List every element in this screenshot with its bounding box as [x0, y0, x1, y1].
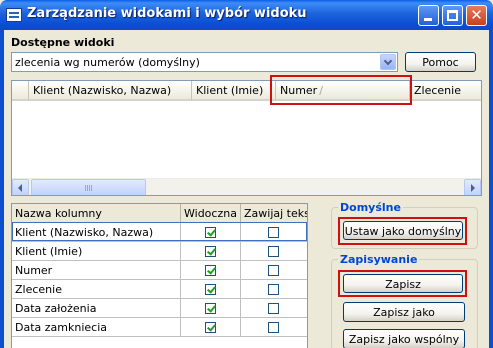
column-name-cell: Klient (Imie)	[12, 242, 181, 261]
views-list[interactable]: Klient (Nazwisko, Nazwa) Klient (Imie) N…	[11, 80, 482, 196]
column-name-cell: Data zamkniecia	[12, 318, 181, 337]
table-row[interactable]: Data założenia	[12, 299, 307, 318]
visible-checkbox[interactable]	[205, 322, 216, 333]
wrap-cell[interactable]	[241, 280, 307, 299]
scroll-thumb[interactable]	[31, 179, 146, 195]
table-row[interactable]: Data zamkniecia	[12, 318, 307, 337]
wrap-checkbox[interactable]	[268, 246, 279, 257]
views-horizontal-scrollbar[interactable]	[12, 178, 481, 195]
close-button[interactable]: ✕	[466, 5, 487, 26]
minimize-button[interactable]	[418, 5, 439, 26]
visible-checkbox[interactable]	[205, 265, 216, 276]
column-name-cell: Zlecenie	[12, 280, 181, 299]
window-title: Zarządzanie widokami i wybór widoku	[27, 6, 307, 21]
visible-cell[interactable]	[181, 242, 241, 261]
help-button[interactable]: Pomoc	[405, 52, 476, 72]
table-icon	[6, 8, 22, 22]
visible-checkbox[interactable]	[205, 246, 216, 257]
wrap-checkbox[interactable]	[268, 322, 279, 333]
wrap-checkbox[interactable]	[268, 265, 279, 276]
views-column-header-number-label: Numer	[280, 84, 318, 97]
maximize-button[interactable]	[442, 5, 463, 26]
wrap-checkbox[interactable]	[268, 227, 279, 238]
grip-icon	[84, 185, 93, 191]
wrap-checkbox[interactable]	[268, 303, 279, 314]
defaults-group-title: Domyślne	[338, 201, 403, 214]
arrow-right-icon	[471, 184, 475, 192]
maximize-icon	[447, 10, 458, 21]
table-row[interactable]: Klient (Imie)	[12, 242, 307, 261]
visible-cell[interactable]	[181, 280, 241, 299]
view-select[interactable]: zlecenia wg numerów (domyślny)	[11, 52, 398, 72]
visible-checkbox[interactable]	[205, 284, 216, 295]
views-column-header-number[interactable]: Numer ∕	[276, 81, 410, 101]
set-default-button[interactable]: Ustaw jako domyślny	[343, 221, 463, 240]
window-border-left	[0, 30, 4, 348]
wrap-cell[interactable]	[241, 223, 307, 242]
close-icon: ✕	[470, 6, 483, 24]
wrap-cell[interactable]	[241, 318, 307, 337]
title-bar[interactable]: Zarządzanie widokami i wybór widoku ✕	[0, 0, 493, 30]
saving-group-title: Zapisywanie	[338, 253, 420, 266]
sort-ascending-icon: ∕	[319, 84, 323, 97]
view-select-value: zlecenia wg numerów (domyślny)	[15, 56, 200, 69]
table-row[interactable]: Zlecenie	[12, 280, 307, 299]
table-row[interactable]: Numer	[12, 261, 307, 280]
views-column-header-blank	[12, 81, 29, 101]
wrap-cell[interactable]	[241, 242, 307, 261]
view-select-dropdown-button[interactable]	[380, 54, 396, 70]
column-name-cell: Numer	[12, 261, 181, 280]
columns-grid[interactable]: Nazwa kolumny Widoczna Zawijaj tekst Kli…	[11, 203, 308, 348]
chevron-down-icon	[383, 56, 393, 66]
available-views-label: Dostępne widoki	[11, 36, 115, 49]
wrap-cell[interactable]	[241, 299, 307, 318]
visible-cell[interactable]	[181, 223, 241, 242]
visible-checkbox[interactable]	[205, 227, 216, 238]
wrap-checkbox[interactable]	[268, 284, 279, 295]
grid-header-wrap: Zawijaj tekst	[241, 204, 307, 223]
save-shared-button[interactable]: Zapisz jako wspólny	[343, 329, 465, 348]
grid-header-visible: Widoczna	[181, 204, 241, 223]
visible-checkbox[interactable]	[205, 303, 216, 314]
grid-header-column-name: Nazwa kolumny	[12, 204, 181, 223]
views-column-header-client-firstname[interactable]: Klient (Imie)	[192, 81, 276, 101]
save-button[interactable]: Zapisz	[343, 274, 463, 293]
views-column-header-client-name[interactable]: Klient (Nazwisko, Nazwa)	[29, 81, 192, 101]
minimize-icon	[424, 18, 432, 21]
column-name-cell: Klient (Nazwisko, Nazwa)	[12, 223, 181, 242]
wrap-cell[interactable]	[241, 261, 307, 280]
visible-cell[interactable]	[181, 299, 241, 318]
save-as-button[interactable]: Zapisz jako	[343, 302, 465, 322]
visible-cell[interactable]	[181, 318, 241, 337]
column-name-cell: Data założenia	[12, 299, 181, 318]
table-row[interactable]: Klient (Nazwisko, Nazwa)	[12, 223, 307, 242]
visible-cell[interactable]	[181, 261, 241, 280]
arrow-left-icon	[18, 184, 22, 192]
scroll-right-button[interactable]	[464, 179, 481, 195]
scroll-left-button[interactable]	[12, 179, 29, 195]
views-column-header-order[interactable]: Zlecenie	[410, 81, 481, 101]
window-border-right	[489, 30, 493, 348]
